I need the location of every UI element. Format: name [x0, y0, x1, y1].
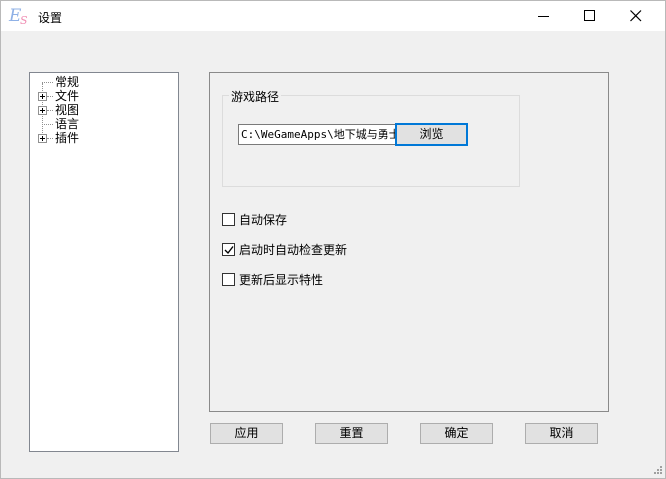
app-logo-icon: E S	[7, 6, 35, 28]
game-path-group-label: 游戏路径	[229, 88, 282, 105]
window-title: 设置	[38, 11, 63, 25]
tree-connector	[47, 96, 53, 97]
checkbox-box[interactable]	[222, 213, 235, 226]
tree-connector	[42, 124, 53, 125]
checkbox-box[interactable]	[222, 243, 235, 256]
settings-category-tree[interactable]: 常规 文件 视图 语言 插件	[29, 72, 179, 452]
close-icon	[630, 10, 642, 22]
tree-item-general[interactable]: 常规	[30, 75, 178, 89]
maximize-button[interactable]	[567, 1, 613, 31]
tree-connector	[47, 138, 53, 139]
maximize-icon	[584, 10, 595, 21]
tree-connector	[42, 82, 53, 83]
minimize-icon	[538, 16, 549, 17]
tree-item-language[interactable]: 语言	[30, 117, 178, 131]
tree-item-view[interactable]: 视图	[30, 103, 178, 117]
checkbox-box[interactable]	[222, 273, 235, 286]
expand-plus-icon[interactable]	[38, 134, 47, 143]
expand-plus-icon[interactable]	[38, 92, 47, 101]
minimize-button[interactable]	[521, 1, 567, 31]
resize-grip-icon[interactable]	[651, 465, 663, 477]
ok-button[interactable]: 确定	[420, 423, 493, 444]
tree-item-label: 插件	[55, 131, 80, 145]
checkbox-label: 更新后显示特性	[239, 273, 324, 287]
expand-plus-icon[interactable]	[38, 106, 47, 115]
checkbox-label: 自动保存	[239, 213, 288, 227]
tree-item-label: 视图	[55, 103, 80, 117]
tree-item-label: 常规	[55, 75, 80, 89]
title-bar[interactable]: E S 设置	[1, 1, 665, 31]
app-logo-letter-s: S	[20, 14, 28, 27]
tree-item-file[interactable]: 文件	[30, 89, 178, 103]
game-path-input[interactable]: C:\WeGameApps\地下城与勇士	[238, 124, 396, 145]
checkbox-label: 启动时自动检查更新	[239, 243, 348, 257]
tree-connector	[47, 110, 53, 111]
apply-button[interactable]: 应用	[210, 423, 283, 444]
browse-button[interactable]: 浏览	[395, 123, 468, 146]
tree-item-label: 文件	[55, 89, 80, 103]
checkmark-icon	[224, 246, 234, 255]
close-button[interactable]	[613, 1, 659, 31]
tree-item-plugins[interactable]: 插件	[30, 131, 178, 145]
cancel-button[interactable]: 取消	[525, 423, 598, 444]
reset-button[interactable]: 重置	[315, 423, 388, 444]
tree-item-label: 语言	[55, 117, 80, 131]
settings-window: E S 设置 常规 文件 视图 语言 插件 游戏路径 C:\WeGameApps…	[0, 0, 666, 479]
